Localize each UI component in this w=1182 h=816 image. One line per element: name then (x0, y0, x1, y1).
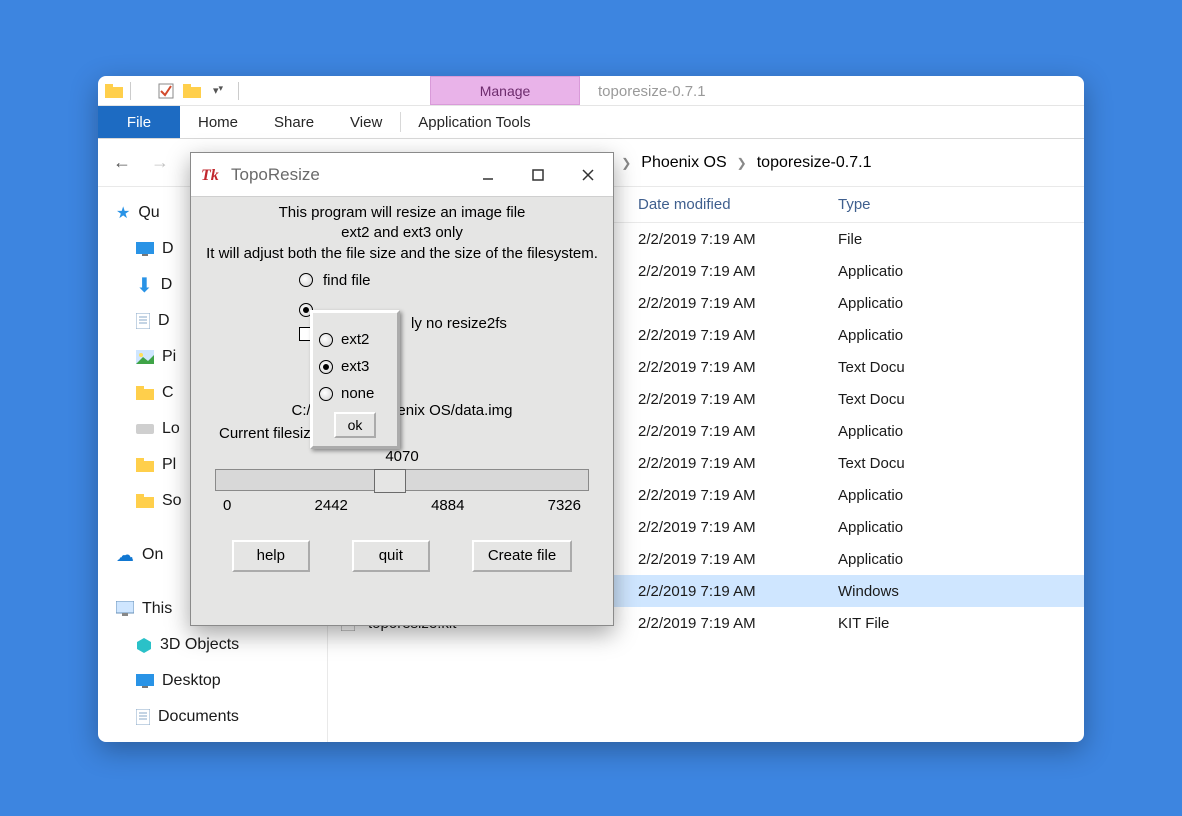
radio-icon[interactable] (299, 273, 313, 287)
file-date: 2/2/2019 7:19 AM (638, 519, 838, 536)
file-date: 2/2/2019 7:19 AM (638, 391, 838, 408)
picture-icon (136, 350, 154, 364)
file-date: 2/2/2019 7:19 AM (638, 327, 838, 344)
breadcrumb-item[interactable]: toporesize-0.7.1 (757, 154, 872, 172)
contextual-tab-manage[interactable]: Manage (430, 76, 580, 105)
document-icon (136, 709, 150, 725)
ribbon-tabs: File Home Share View Application Tools (98, 106, 1084, 139)
file-date: 2/2/2019 7:19 AM (638, 615, 838, 632)
file-date: 2/2/2019 7:19 AM (638, 551, 838, 568)
tab-application-tools[interactable]: Application Tools (400, 106, 548, 138)
chevron-right-icon: ❯ (737, 156, 747, 170)
file-date: 2/2/2019 7:19 AM (638, 583, 838, 600)
folder-icon (136, 386, 154, 400)
file-type: File (838, 231, 1084, 248)
monitor-icon (136, 674, 154, 688)
chevron-right-icon: ❯ (621, 156, 631, 170)
option-none[interactable]: none (319, 385, 391, 402)
file-date: 2/2/2019 7:19 AM (638, 359, 838, 376)
document-icon (136, 313, 150, 329)
folder-icon (136, 458, 154, 472)
ok-button[interactable]: ok (334, 412, 376, 438)
file-type: Windows (838, 583, 1084, 600)
filesystem-type-popup: ext2 ext3 none ok (310, 310, 400, 449)
nav-back-button[interactable]: ← (108, 149, 136, 177)
nav-3d-objects[interactable]: 3D Objects (116, 627, 327, 663)
window-title: toporesize-0.7.1 (598, 76, 706, 106)
nav-desktop[interactable]: Desktop (116, 663, 327, 699)
slider-value: 4070 (201, 448, 603, 465)
file-date: 2/2/2019 7:19 AM (638, 423, 838, 440)
file-date: 2/2/2019 7:19 AM (638, 295, 838, 312)
create-file-button[interactable]: Create file (472, 540, 572, 572)
slider-thumb[interactable] (374, 469, 406, 493)
file-type: KIT File (838, 615, 1084, 632)
file-date: 2/2/2019 7:19 AM (638, 455, 838, 472)
file-type: Applicatio (838, 423, 1084, 440)
file-date: 2/2/2019 7:19 AM (638, 263, 838, 280)
file-type: Text Docu (838, 359, 1084, 376)
app-icon: Tk (201, 164, 223, 186)
file-type: Applicatio (838, 263, 1084, 280)
star-icon: ★ (116, 203, 130, 223)
file-type: Text Docu (838, 391, 1084, 408)
trailing-text: ly no resize2fs (411, 315, 603, 332)
radio-icon[interactable] (319, 333, 333, 347)
folder-icon (104, 81, 124, 101)
file-type: Applicatio (838, 551, 1084, 568)
option-ext2[interactable]: ext2 (319, 331, 391, 348)
dialog-titlebar[interactable]: Tk TopoResize (191, 153, 613, 197)
pc-icon (116, 601, 134, 617)
toporesize-dialog: Tk TopoResize This program will resize a… (190, 152, 614, 626)
folder-icon (136, 494, 154, 508)
file-type: Applicatio (838, 327, 1084, 344)
close-button[interactable] (563, 153, 613, 196)
file-type: Applicatio (838, 295, 1084, 312)
minimize-button[interactable] (463, 153, 513, 196)
tab-file[interactable]: File (98, 106, 180, 138)
file-type: Text Docu (838, 455, 1084, 472)
tab-share[interactable]: Share (256, 106, 332, 138)
cloud-icon: ☁ (116, 545, 134, 566)
qat-dropdown-icon[interactable]: ▾▾ (208, 81, 228, 101)
size-slider[interactable] (215, 469, 589, 491)
file-date: 2/2/2019 7:19 AM (638, 231, 838, 248)
col-date-modified: Date modified (638, 196, 838, 213)
option-ext3[interactable]: ext3 (319, 358, 391, 375)
dialog-title: TopoResize (231, 165, 320, 185)
cube-icon (136, 637, 152, 653)
tab-home[interactable]: Home (180, 106, 256, 138)
slider-ticks: 0 2442 4884 7326 (223, 497, 581, 514)
breadcrumb-item[interactable]: Phoenix OS (641, 154, 726, 172)
drive-icon (136, 424, 154, 434)
current-filesize: Current filesize: 0 (219, 425, 603, 442)
nav-forward-button[interactable]: → (146, 149, 174, 177)
checkbox-icon[interactable] (156, 81, 176, 101)
file-date: 2/2/2019 7:19 AM (638, 487, 838, 504)
file-path: C:/Users/ p/Phoenix OS/data.img (201, 402, 603, 419)
radio-icon[interactable] (319, 360, 333, 374)
tab-view[interactable]: View (332, 106, 400, 138)
radio-icon[interactable] (319, 387, 333, 401)
explorer-titlebar: ▾▾ Manage toporesize-0.7.1 (98, 76, 1084, 106)
dialog-intro: This program will resize an image file e… (201, 203, 603, 264)
download-icon: ⬇ (136, 273, 153, 298)
svg-text:Tk: Tk (201, 167, 219, 184)
monitor-icon (136, 242, 154, 256)
file-type: Applicatio (838, 487, 1084, 504)
help-button[interactable]: help (232, 540, 310, 572)
file-type: Applicatio (838, 519, 1084, 536)
nav-documents[interactable]: Documents (116, 699, 327, 735)
quit-button[interactable]: quit (352, 540, 430, 572)
folder-icon (182, 81, 202, 101)
find-file-radio[interactable]: find file (299, 272, 603, 289)
col-type: Type (838, 196, 1084, 213)
maximize-button[interactable] (513, 153, 563, 196)
